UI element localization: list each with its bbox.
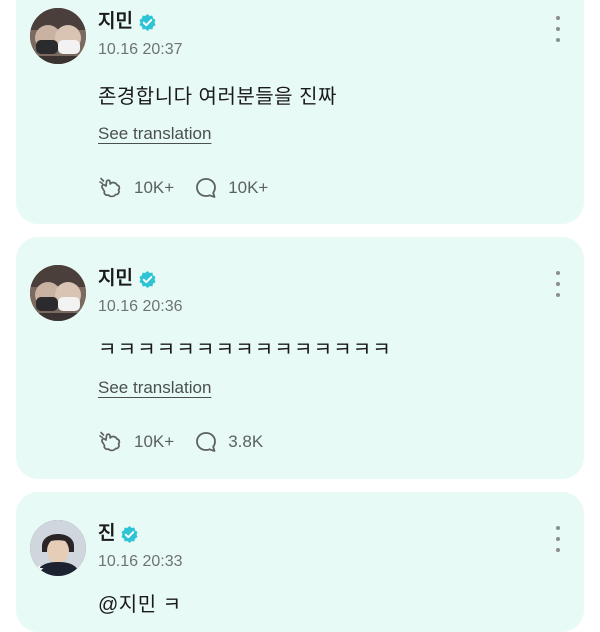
more-vertical-icon[interactable] (552, 16, 564, 42)
avatar[interactable] (30, 8, 86, 64)
post-card[interactable]: 진 10.16 20:33 @지민 ㅋ (16, 492, 584, 632)
avatar[interactable] (30, 520, 86, 576)
post-feed: 지민 10.16 20:37 존경합니다 여러분들을 진짜 See transl… (0, 0, 600, 632)
verified-badge-icon (138, 270, 157, 289)
comment-icon (194, 176, 218, 200)
comment-count: 3.8K (228, 432, 264, 451)
post-header: 지민 10.16 20:37 (98, 10, 183, 60)
post-text: 존경합니다 여러분들을 진짜 (98, 86, 337, 108)
verified-badge-icon (120, 525, 139, 544)
comment-button[interactable]: 10K+ (194, 176, 268, 200)
reaction-button[interactable]: 10K+ (98, 430, 174, 454)
author-name[interactable]: 지민 (98, 267, 133, 291)
post-actions: 10K+ 10K+ (98, 176, 288, 200)
post-actions: 10K+ 3.8K (98, 430, 283, 454)
post-card[interactable]: 지민 10.16 20:37 존경합니다 여러분들을 진짜 See transl… (16, 0, 584, 224)
reaction-icon (98, 430, 124, 454)
comment-icon (194, 430, 218, 454)
post-text: @지민 ㅋ (98, 594, 182, 616)
avatar[interactable] (30, 265, 86, 321)
comment-button[interactable]: 3.8K (194, 430, 263, 454)
reaction-button[interactable]: 10K+ (98, 176, 174, 200)
post-timestamp: 10.16 20:37 (98, 41, 183, 58)
post-timestamp: 10.16 20:36 (98, 298, 183, 315)
post-timestamp: 10.16 20:33 (98, 553, 183, 570)
see-translation-link[interactable]: See translation (98, 124, 211, 144)
see-translation-link[interactable]: See translation (98, 378, 211, 398)
reaction-icon (98, 176, 124, 200)
reaction-count: 10K+ (134, 432, 175, 451)
author-name[interactable]: 지민 (98, 10, 133, 34)
post-header: 지민 10.16 20:36 (98, 267, 183, 317)
reaction-count: 10K+ (134, 178, 175, 197)
more-vertical-icon[interactable] (552, 526, 564, 552)
verified-badge-icon (138, 13, 157, 32)
post-header: 진 10.16 20:33 (98, 522, 183, 572)
more-vertical-icon[interactable] (552, 271, 564, 297)
post-card[interactable]: 지민 10.16 20:36 ㅋㅋㅋㅋㅋㅋㅋㅋㅋㅋㅋㅋㅋㅋㅋ See trans… (16, 237, 584, 479)
post-text: ㅋㅋㅋㅋㅋㅋㅋㅋㅋㅋㅋㅋㅋㅋㅋ (98, 339, 392, 361)
author-name[interactable]: 진 (98, 522, 115, 546)
comment-count: 10K+ (228, 178, 269, 197)
